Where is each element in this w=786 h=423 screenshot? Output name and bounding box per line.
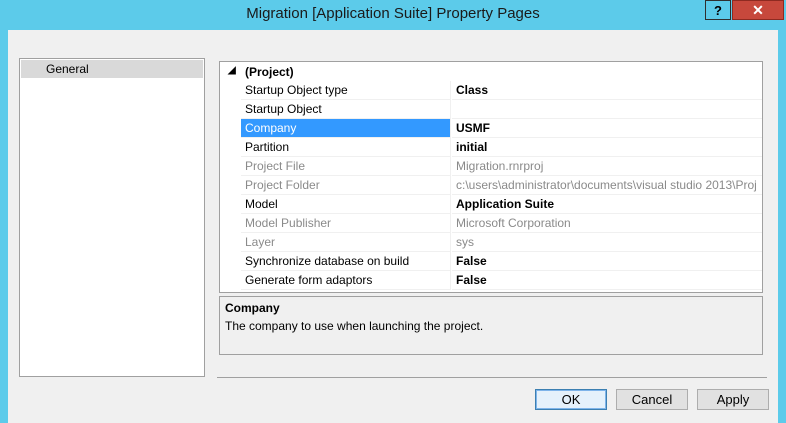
property-row[interactable]: Model Application Suite: [220, 195, 762, 214]
description-panel: Company The company to use when launchin…: [219, 296, 763, 355]
property-row[interactable]: Project File Migration.rnrproj: [220, 157, 762, 176]
property-row[interactable]: Startup Object type Class: [220, 81, 762, 100]
property-name[interactable]: Synchronize database on build: [241, 252, 451, 271]
collapse-arrow-icon[interactable]: ◢: [228, 65, 236, 76]
property-name[interactable]: Company: [241, 119, 451, 138]
property-name[interactable]: Project Folder: [241, 176, 451, 195]
property-name[interactable]: Generate form adaptors: [241, 271, 451, 290]
property-name[interactable]: Project File: [241, 157, 451, 176]
property-row[interactable]: Partition initial: [220, 138, 762, 157]
property-name[interactable]: Model Publisher: [241, 214, 451, 233]
separator: [217, 377, 767, 378]
nav-item-general[interactable]: General: [21, 60, 203, 78]
property-name[interactable]: Model: [241, 195, 451, 214]
property-grid: ◢ (Project) Startup Object type Class Star…: [219, 61, 763, 293]
property-row[interactable]: Project Folder c:\users\administrator\doc…: [220, 176, 762, 195]
category-row-project[interactable]: ◢ (Project): [220, 62, 762, 81]
apply-button[interactable]: Apply: [697, 389, 769, 410]
property-name[interactable]: Partition: [241, 138, 451, 157]
property-value[interactable]: Microsoft Corporation: [452, 214, 762, 233]
title-bar: Migration [Application Suite] Property P…: [0, 0, 786, 30]
property-value[interactable]: initial: [452, 138, 762, 157]
property-row[interactable]: Startup Object: [220, 100, 762, 119]
property-value[interactable]: Class: [452, 81, 762, 100]
description-title: Company: [225, 301, 280, 315]
property-row[interactable]: Layer sys: [220, 233, 762, 252]
property-name[interactable]: Startup Object: [241, 100, 451, 119]
property-value[interactable]: USMF: [452, 119, 762, 138]
window-title: Migration [Application Suite] Property P…: [246, 5, 540, 22]
property-row[interactable]: Synchronize database on build False: [220, 252, 762, 271]
dialog-client-area: General ◢ (Project) Startup Object type C…: [8, 30, 778, 423]
property-value[interactable]: c:\users\administrator\documents\visual …: [452, 176, 762, 195]
ok-button[interactable]: OK: [535, 389, 607, 410]
property-row[interactable]: Model Publisher Microsoft Corporation: [220, 214, 762, 233]
property-name[interactable]: Startup Object type: [241, 81, 451, 100]
property-row[interactable]: Company USMF: [220, 119, 762, 138]
close-button[interactable]: ✕: [732, 0, 784, 20]
property-value[interactable]: Migration.rnrproj: [452, 157, 762, 176]
property-value[interactable]: Application Suite: [452, 195, 762, 214]
help-button[interactable]: ?: [705, 0, 731, 20]
property-value[interactable]: [452, 100, 762, 119]
cancel-button[interactable]: Cancel: [616, 389, 688, 410]
nav-tree: General: [19, 58, 205, 377]
property-value[interactable]: sys: [452, 233, 762, 252]
property-value[interactable]: False: [452, 271, 762, 290]
property-value[interactable]: False: [452, 252, 762, 271]
category-label: (Project): [245, 65, 294, 79]
property-name[interactable]: Layer: [241, 233, 451, 252]
property-row[interactable]: Generate form adaptors False: [220, 271, 762, 290]
description-text: The company to use when launching the pr…: [225, 319, 484, 333]
